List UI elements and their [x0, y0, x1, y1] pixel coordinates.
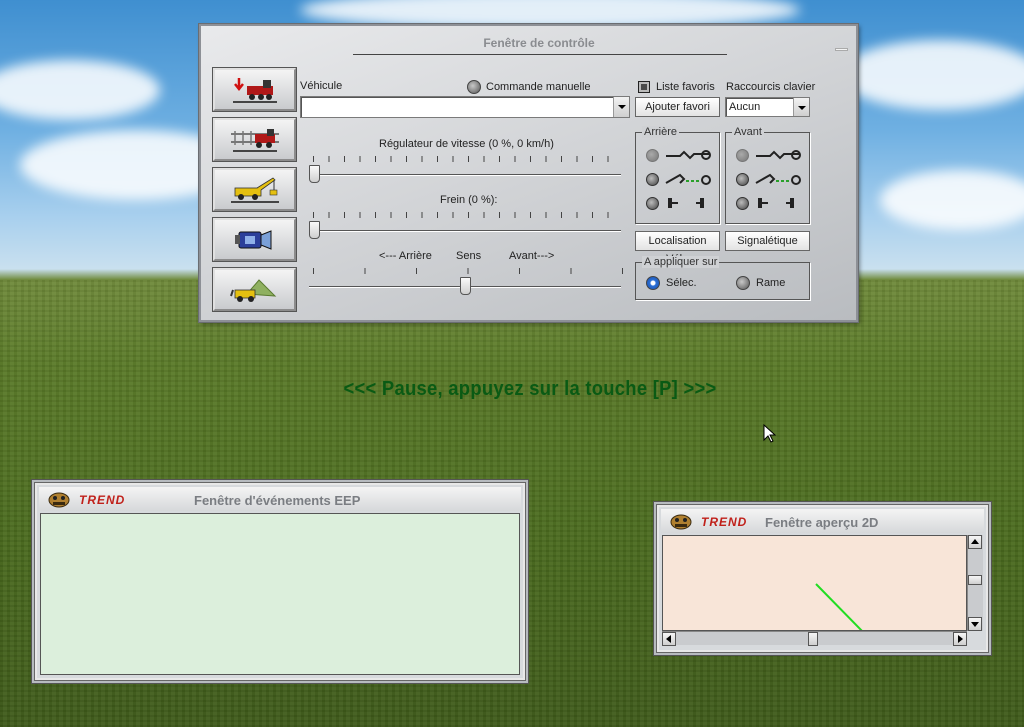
direction-slider[interactable] — [459, 277, 471, 295]
shortcuts-select[interactable]: Aucun — [725, 97, 810, 117]
train-track-icon — [231, 129, 279, 152]
scroll-down-button[interactable] — [968, 617, 982, 631]
rear-coupling-group: Arrière — [635, 126, 720, 224]
apply-select-radio[interactable] — [646, 276, 660, 290]
preview-2d-window: TREND Fenêtre aperçu 2D — [657, 505, 988, 652]
cloud — [0, 60, 160, 120]
mouse-cursor-icon — [763, 424, 777, 443]
events-window-header: TREND Fenêtre d'événements EEP — [39, 487, 521, 511]
vehicle-label: Véhicule — [300, 80, 343, 92]
locomotive-button[interactable] — [213, 68, 296, 111]
brake-track — [309, 230, 621, 232]
scroll-left-button[interactable] — [662, 632, 676, 646]
chevron-down-icon[interactable] — [793, 98, 809, 116]
track-line — [815, 583, 863, 630]
brake-slider[interactable] — [309, 221, 320, 239]
brake-ticks — [313, 212, 623, 218]
events-log-area[interactable] — [40, 513, 520, 675]
coupling-link-icon — [665, 173, 711, 185]
arrow-left-icon — [666, 635, 671, 643]
add-favorite-button[interactable]: Ajouter favori — [635, 97, 720, 117]
speed-label: Régulateur de vitesse (0 %, 0 km/h) — [379, 138, 554, 150]
trend-logo: TREND — [701, 515, 748, 529]
horizontal-scroll-thumb[interactable] — [808, 632, 818, 646]
minimize-button[interactable] — [835, 48, 848, 51]
apply-to-label: A appliquer sur — [642, 256, 720, 268]
track-preview — [815, 583, 863, 630]
arrow-right-icon — [958, 635, 963, 643]
events-window-title: Fenêtre d'événements EEP — [194, 493, 361, 508]
chevron-down-icon[interactable] — [613, 97, 629, 117]
camera-icon — [235, 230, 272, 250]
preview-window-title: Fenêtre aperçu 2D — [765, 515, 879, 530]
rear-coupling-radio[interactable] — [646, 149, 659, 162]
vertical-scrollbar[interactable] — [967, 535, 983, 631]
crane-icon — [231, 177, 279, 203]
trend-bug-icon — [48, 492, 70, 508]
apply-train-radio[interactable] — [736, 276, 750, 290]
control-window: Fenêtre de contrôle Véhicule Commande ma… — [199, 24, 858, 322]
front-coupling-radio[interactable] — [736, 173, 749, 186]
vertical-scroll-thumb[interactable] — [968, 575, 982, 585]
rear-group-label: Arrière — [642, 126, 680, 138]
direction-ticks — [313, 268, 625, 274]
cloud — [840, 40, 1024, 110]
preview-map-canvas[interactable] — [662, 535, 967, 631]
trend-bug-icon — [670, 514, 692, 530]
direction-label: Sens — [456, 250, 482, 262]
landscape-button[interactable] — [213, 268, 296, 311]
speed-track — [309, 174, 621, 176]
front-group-label: Avant — [732, 126, 764, 138]
speed-ticks — [313, 156, 623, 162]
rear-coupling-radio[interactable] — [646, 173, 659, 186]
arrow-up-icon — [971, 539, 979, 544]
pause-message: <<< Pause, appuyez sur la touche [P] >>> — [343, 378, 717, 400]
trend-logo: TREND — [79, 493, 126, 507]
shortcuts-select-value: Aucun — [729, 101, 761, 113]
favorites-label: Liste favoris — [656, 81, 715, 93]
crane-button[interactable] — [213, 168, 296, 211]
signals-button[interactable]: Signalétique — [725, 231, 810, 251]
front-coupling-group: Avant — [725, 126, 810, 224]
events-window: TREND Fenêtre d'événements EEP — [35, 483, 525, 680]
landscape-icon — [230, 279, 277, 302]
front-coupling-radio[interactable] — [736, 197, 749, 210]
buffer-icon — [668, 198, 704, 208]
speed-slider[interactable] — [309, 165, 320, 183]
scroll-up-button[interactable] — [968, 535, 982, 549]
preview-window-header: TREND Fenêtre aperçu 2D — [661, 509, 984, 533]
title-underline — [353, 54, 727, 55]
apply-to-group: A appliquer sur Sélec. Rame — [635, 256, 810, 300]
coupling-icon — [666, 150, 711, 160]
cloud — [880, 170, 1024, 230]
apply-select-label: Sélec. — [666, 277, 697, 289]
horizontal-scrollbar[interactable] — [662, 631, 967, 646]
coupling-link-icon — [755, 173, 801, 185]
coupling-icon — [756, 150, 801, 160]
track-train-button[interactable] — [213, 118, 296, 161]
vehicle-select[interactable] — [300, 96, 630, 118]
buffer-icon — [758, 198, 794, 208]
control-window-title: Fenêtre de contrôle — [483, 36, 595, 50]
locomotive-icon — [233, 78, 277, 103]
locate-vehicle-button[interactable]: Localisation Véh. — [635, 231, 720, 265]
arrow-down-icon — [971, 622, 979, 627]
scroll-right-button[interactable] — [953, 632, 967, 646]
front-coupling-radio[interactable] — [736, 149, 749, 162]
favorites-checkbox[interactable] — [638, 81, 650, 93]
brake-label: Frein (0 %): — [440, 194, 498, 206]
manual-command-radio[interactable] — [467, 80, 481, 94]
shortcuts-label: Raccourcis clavier — [726, 81, 816, 93]
direction-back-label: <--- Arrière — [379, 250, 432, 262]
apply-train-label: Rame — [756, 277, 786, 289]
manual-command-label: Commande manuelle — [486, 81, 591, 93]
rear-coupling-radio[interactable] — [646, 197, 659, 210]
camera-button[interactable] — [213, 218, 296, 261]
direction-forward-label: Avant---> — [509, 250, 555, 262]
